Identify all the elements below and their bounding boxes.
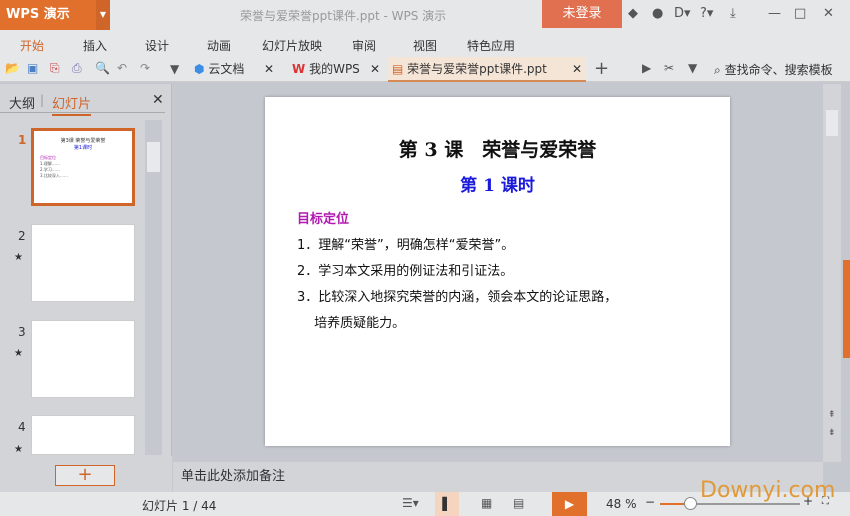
tab-document[interactable]: ▤ 荣誉与爱荣誉ppt课件.ppt ✕ [388,57,586,82]
zoom-level: 48 % [606,497,637,511]
download-icon[interactable]: ⤓ [730,6,736,21]
list-item: 3．比较深入地探究荣誉的内涵，领会本文的论证思路， [297,290,618,305]
normal-view-icon[interactable]: ▌ [435,492,459,516]
animation-star-icon: ★ [14,348,23,359]
slide-subtitle: 第 1 课时 [460,176,535,196]
list-item: 1．理解“荣誉”，明确怎样“爱荣誉”。 [297,238,515,253]
close-icon[interactable]: ✕ [823,6,834,21]
cloud-icon: ⬢ [194,62,205,76]
help-icon[interactable]: ?▾ [700,6,713,21]
menu-review[interactable]: 审阅 [352,37,376,54]
more-icon[interactable]: ▼ [170,62,179,76]
window-title: 荣誉与爱荣誉ppt课件.ppt - WPS 演示 [240,9,447,23]
tools-icon[interactable]: ✂ [664,61,674,75]
close-panel-icon[interactable]: ✕ [152,92,164,108]
close-tab-icon[interactable]: ✕ [572,57,586,82]
zoom-slider-handle[interactable] [684,497,697,510]
dropdown-icon[interactable]: D▾ [674,6,691,21]
divider [0,112,165,113]
search-command[interactable]: ⌕ 查找命令、搜索模板 [714,61,833,78]
reading-view-icon[interactable]: ▤ [513,496,524,510]
list-item: 2．学习本文采用的例证法和引证法。 [297,264,514,279]
zoom-out-icon[interactable]: − [645,495,655,509]
undo-icon[interactable]: ↶ [117,61,127,75]
preview-icon[interactable]: 🔍 [95,61,110,75]
login-button[interactable]: 未登录 [542,0,622,28]
maximize-icon[interactable]: □ [794,6,806,21]
slide-number: 2 [18,229,26,243]
slide-thumbnail-2[interactable] [31,224,135,302]
close-tab-icon[interactable]: ✕ [264,57,278,82]
open-icon[interactable]: 📂 [5,61,20,75]
side-panel-toggle[interactable] [843,260,850,358]
menu-view[interactable]: 视图 [413,37,437,54]
editor-scrollbar[interactable] [823,84,841,462]
menu-special[interactable]: 特色应用 [467,37,515,54]
search-label: 查找命令、搜索模板 [724,63,833,77]
slide-canvas[interactable]: 第 3 课 荣誉与爱荣誉 第 1 课时 目标定位 1．理解“荣誉”，明确怎样“爱… [265,97,730,446]
panel-scrollbar[interactable] [145,120,162,455]
new-tab-icon[interactable]: + [594,58,609,79]
play-slideshow-button[interactable]: ▶ [552,492,587,516]
save-icon[interactable]: ▣ [27,61,38,75]
play-icon[interactable]: ▶ [642,61,651,75]
ppt-icon: ▤ [392,62,404,76]
logo-text: WPS 演示 [6,7,70,22]
export-icon[interactable]: ⎘ [50,61,60,76]
notes-view-icon[interactable]: ☰▾ [402,496,419,510]
divider: | [40,93,45,107]
slide-number: 4 [18,420,26,434]
menu-slideshow[interactable]: 幻灯片放映 [262,37,322,54]
share-icon[interactable]: ▼ [688,61,697,75]
logo-dropdown-icon[interactable]: ▼ [96,0,110,30]
print-icon[interactable]: ⎙ [72,61,82,76]
add-slide-button[interactable]: + [55,465,115,486]
section-heading: 目标定位 [297,212,350,227]
menu-animation[interactable]: 动画 [207,37,231,54]
wps-logo-button[interactable]: WPS 演示 [0,0,96,30]
next-slide-icon[interactable]: ⇟ [828,428,836,438]
tab-label: 云文档 [208,62,245,76]
slide-number: 3 [18,325,26,339]
slide-number: 1 [18,133,27,147]
animation-star-icon: ★ [14,444,23,455]
slide-thumbnail-3[interactable] [31,320,135,398]
minimize-icon[interactable]: — [768,6,781,21]
slide-title: 第 3 课 荣誉与爱荣誉 [398,139,597,161]
tab-cloud-docs[interactable]: ⬢ 云文档 ✕ [190,57,278,82]
prev-slide-icon[interactable]: ⇞ [828,410,836,420]
close-tab-icon[interactable]: ✕ [370,57,384,82]
sorter-view-icon[interactable]: ▦ [481,496,492,510]
animation-star-icon: ★ [14,252,23,263]
settings-icon[interactable]: ● [652,6,663,21]
search-icon: ⌕ [714,63,721,77]
redo-icon[interactable]: ↷ [140,61,150,75]
slide-counter: 幻灯片 1 / 44 [142,499,217,513]
slide-thumbnail-4[interactable] [31,415,135,455]
tab-my-wps[interactable]: W 我的WPS ✕ [288,57,384,82]
menu-insert[interactable]: 插入 [83,37,107,54]
zoom-slider[interactable] [660,497,800,510]
tab-label: 荣誉与爱荣誉ppt课件.ppt [407,62,547,76]
scroll-thumb[interactable] [147,142,160,172]
wps-icon: W [292,62,306,76]
tab-outline[interactable]: 大纲 [9,93,35,112]
menu-home[interactable]: 开始 [20,37,44,54]
scroll-thumb[interactable] [826,110,838,136]
tab-label: 我的WPS [309,62,360,76]
watermark: Downyi.com [700,478,836,503]
list-item: 培养质疑能力。 [297,316,406,331]
menu-design[interactable]: 设计 [145,37,169,54]
skin-icon[interactable]: ◆ [628,6,638,21]
slide-thumbnail-1[interactable]: 第3课 荣誉与爱荣誉 第1课时 目标定位 1.理解…… 2.学习…… 3.比较深入…… [31,128,135,206]
